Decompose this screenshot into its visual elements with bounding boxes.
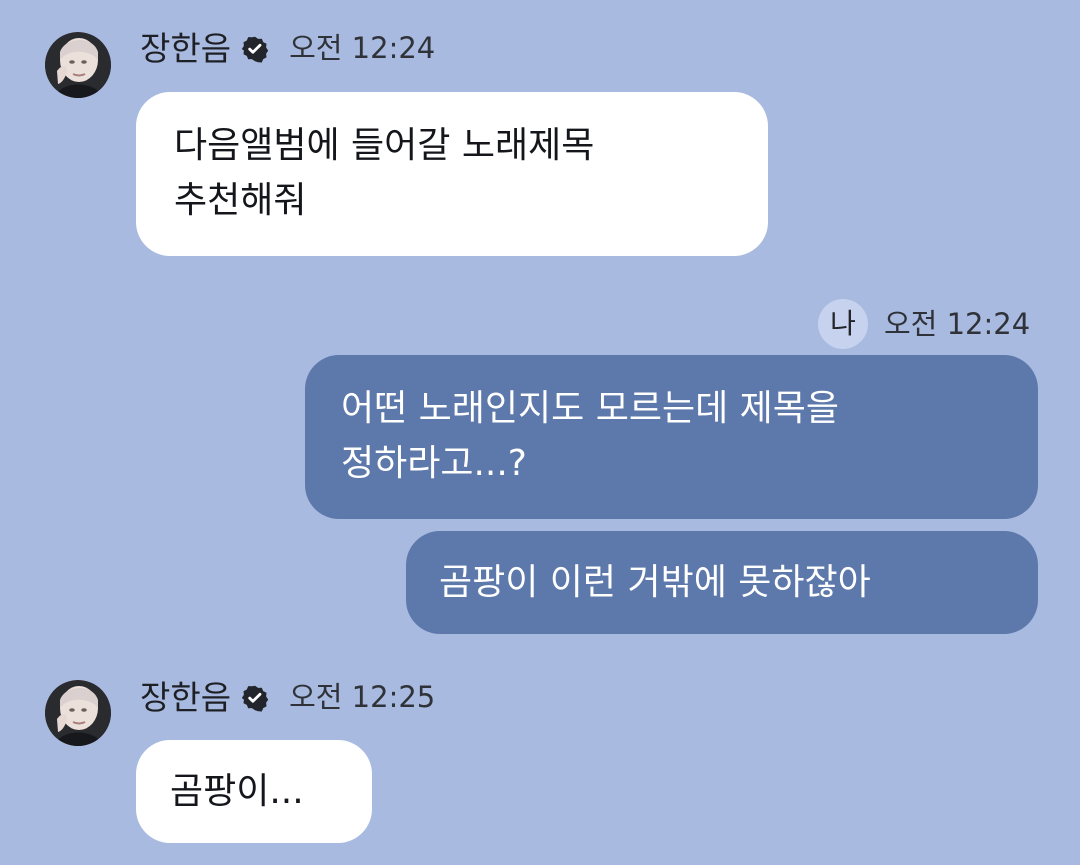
incoming-message-bubble[interactable]: 곰팡이...: [136, 740, 372, 843]
sender-name: 장한음: [140, 29, 232, 68]
me-badge: 나: [818, 299, 868, 349]
message-time: 오전 12:24: [289, 31, 436, 65]
message-time: 오전 12:25: [289, 680, 436, 714]
incoming-message-bubble[interactable]: 다음앨범에 들어갈 노래제목 추천해줘: [136, 92, 768, 256]
my-message-header: 나 오전 12:24: [818, 299, 1030, 349]
outgoing-message-bubble[interactable]: 곰팡이 이런 거밖에 못하잖아: [406, 531, 1038, 634]
verified-icon: [241, 684, 269, 712]
avatar[interactable]: [45, 32, 111, 98]
verified-icon: [241, 35, 269, 63]
avatar[interactable]: [45, 680, 111, 746]
outgoing-message-bubble[interactable]: 어떤 노래인지도 모르는데 제목을 정하라고...?: [305, 355, 1038, 519]
message-header: 장한음 오전 12:25: [140, 681, 435, 714]
message-header: 장한음 오전 12:24: [140, 32, 435, 65]
sender-name: 장한음: [140, 678, 232, 717]
message-time: 오전 12:24: [884, 306, 1031, 341]
